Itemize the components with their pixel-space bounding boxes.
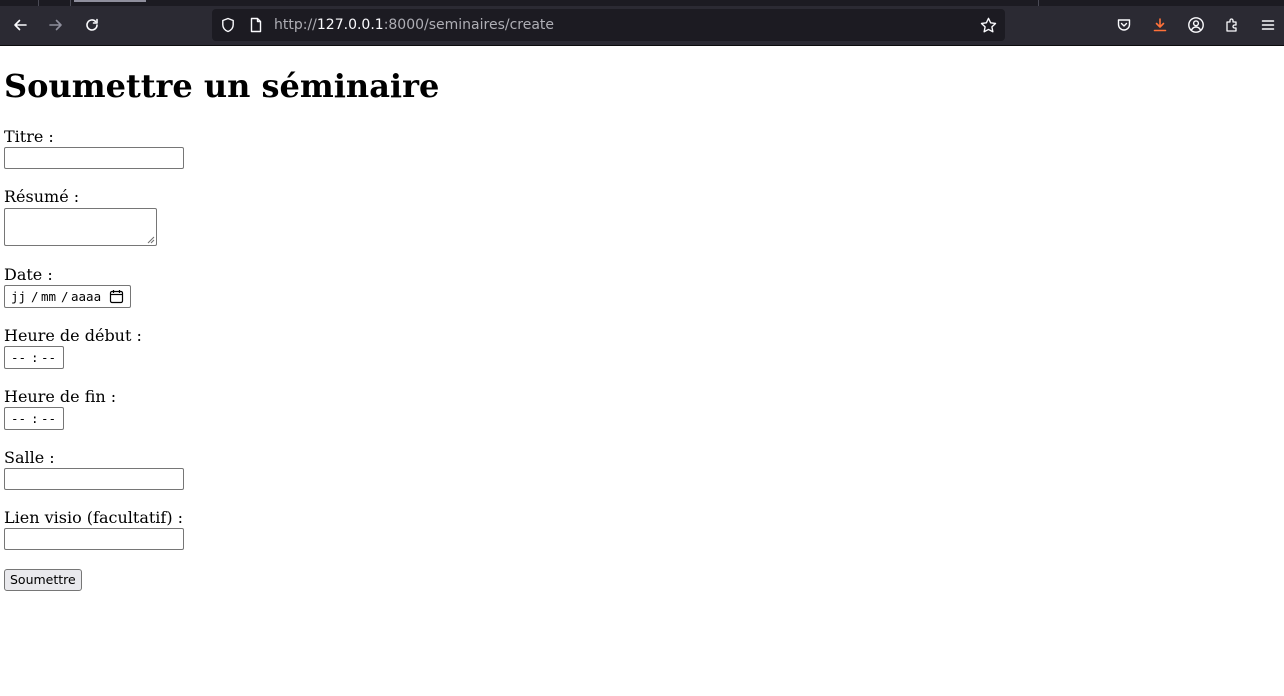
page-icon[interactable] [248,17,264,33]
heure-debut-input[interactable]: -- : -- [4,346,64,369]
time-hours-segment[interactable]: -- [11,408,26,429]
date-day-segment[interactable]: jj [11,286,26,307]
time-minutes-segment[interactable]: -- [41,408,56,429]
time-hours-segment[interactable]: -- [11,347,26,368]
account-button[interactable] [1180,9,1212,41]
resume-label: Résumé : [4,187,80,206]
page-title: Soumettre un séminaire [4,67,440,105]
date-input[interactable]: jj / mm / aaaa [4,285,131,308]
reload-button[interactable] [76,9,108,41]
url-path: :8000/seminaires/create [383,17,555,33]
extensions-button[interactable] [1216,9,1248,41]
heure-debut-label: Heure de début : [4,326,142,345]
time-separator: : [31,350,39,365]
titre-label: Titre : [4,127,54,146]
time-minutes-segment[interactable]: -- [41,347,56,368]
extensions-icon [1226,18,1237,32]
date-separator: / [31,289,39,304]
url-text[interactable]: http://127.0.0.1:8000/seminaires/create [274,9,554,41]
url-host: 127.0.0.1 [316,17,384,33]
salle-input[interactable] [4,468,184,490]
account-icon [1188,17,1204,33]
heure-fin-input[interactable]: -- : -- [4,407,64,430]
salle-label: Salle : [4,448,55,467]
back-arrow-icon [14,19,27,31]
submit-button[interactable]: Soumettre [4,569,82,591]
tracking-protection-shield-icon[interactable] [220,17,236,33]
browser-toolbar: http://127.0.0.1:8000/seminaires/create [0,6,1284,46]
heure-fin-label: Heure de fin : [4,387,117,406]
resize-grip-icon[interactable] [145,234,155,244]
lien-visio-label: Lien visio (facultatif) : [4,508,184,527]
reload-icon [86,18,98,31]
resume-textarea[interactable] [4,208,157,246]
date-label: Date : [4,265,53,284]
titre-input[interactable] [4,147,184,169]
lien-visio-input[interactable] [4,528,184,550]
date-separator: / [61,289,69,304]
pocket-button[interactable] [1108,9,1140,41]
calendar-icon[interactable] [109,289,124,304]
url-bar[interactable]: http://127.0.0.1:8000/seminaires/create [212,9,1005,41]
downloads-icon [1153,18,1167,32]
bookmark-star-icon[interactable] [980,17,997,34]
forward-button[interactable] [40,9,72,41]
pocket-icon [1117,19,1131,31]
menu-button[interactable] [1252,9,1284,41]
back-button[interactable] [4,9,36,41]
hamburger-menu-icon [1261,20,1275,30]
time-separator: : [31,411,39,426]
downloads-button[interactable] [1144,9,1176,41]
date-year-segment[interactable]: aaaa [71,286,101,307]
date-month-segment[interactable]: mm [41,286,56,307]
url-prefix: http:// [274,17,317,33]
active-tab[interactable] [74,0,146,2]
forward-arrow-icon [49,19,62,31]
